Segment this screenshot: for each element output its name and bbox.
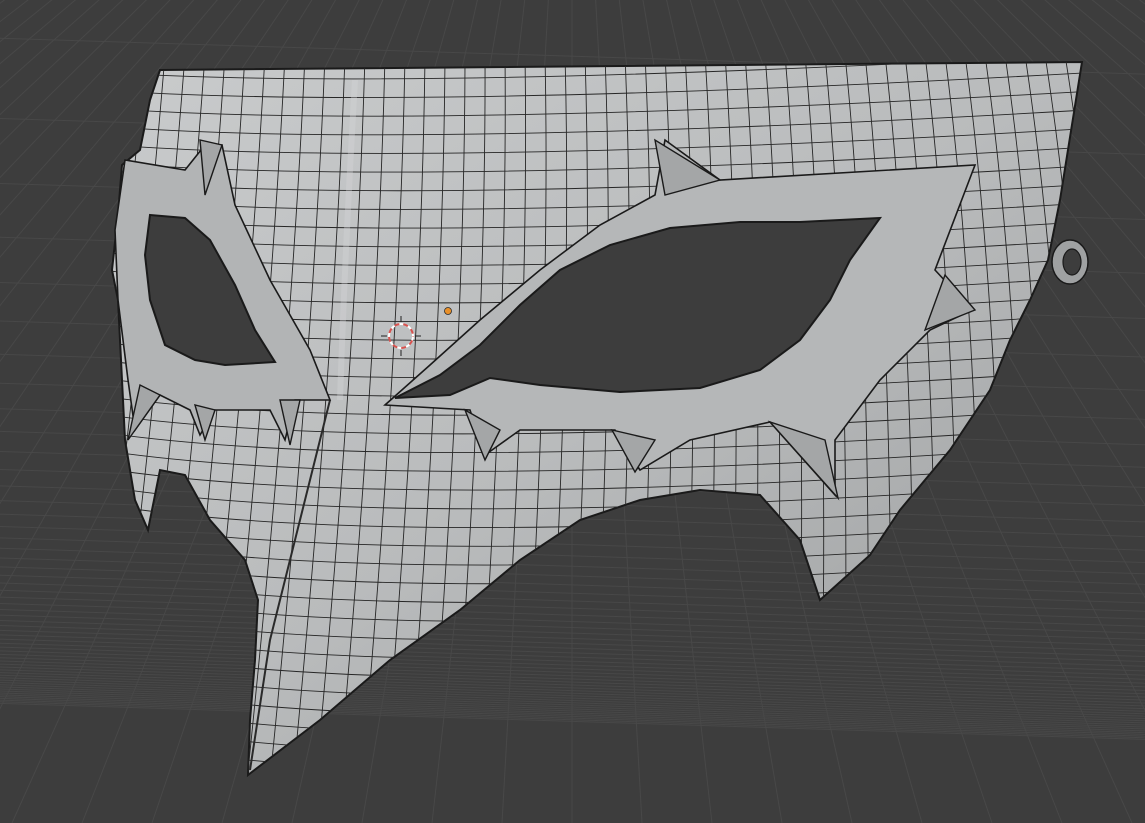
- object-origin[interactable]: [444, 307, 452, 315]
- viewport-canvas[interactable]: [0, 0, 1145, 823]
- wire-edge: [112, 773, 1082, 775]
- strap-loop: [1051, 239, 1089, 285]
- 3d-viewport[interactable]: [0, 0, 1145, 823]
